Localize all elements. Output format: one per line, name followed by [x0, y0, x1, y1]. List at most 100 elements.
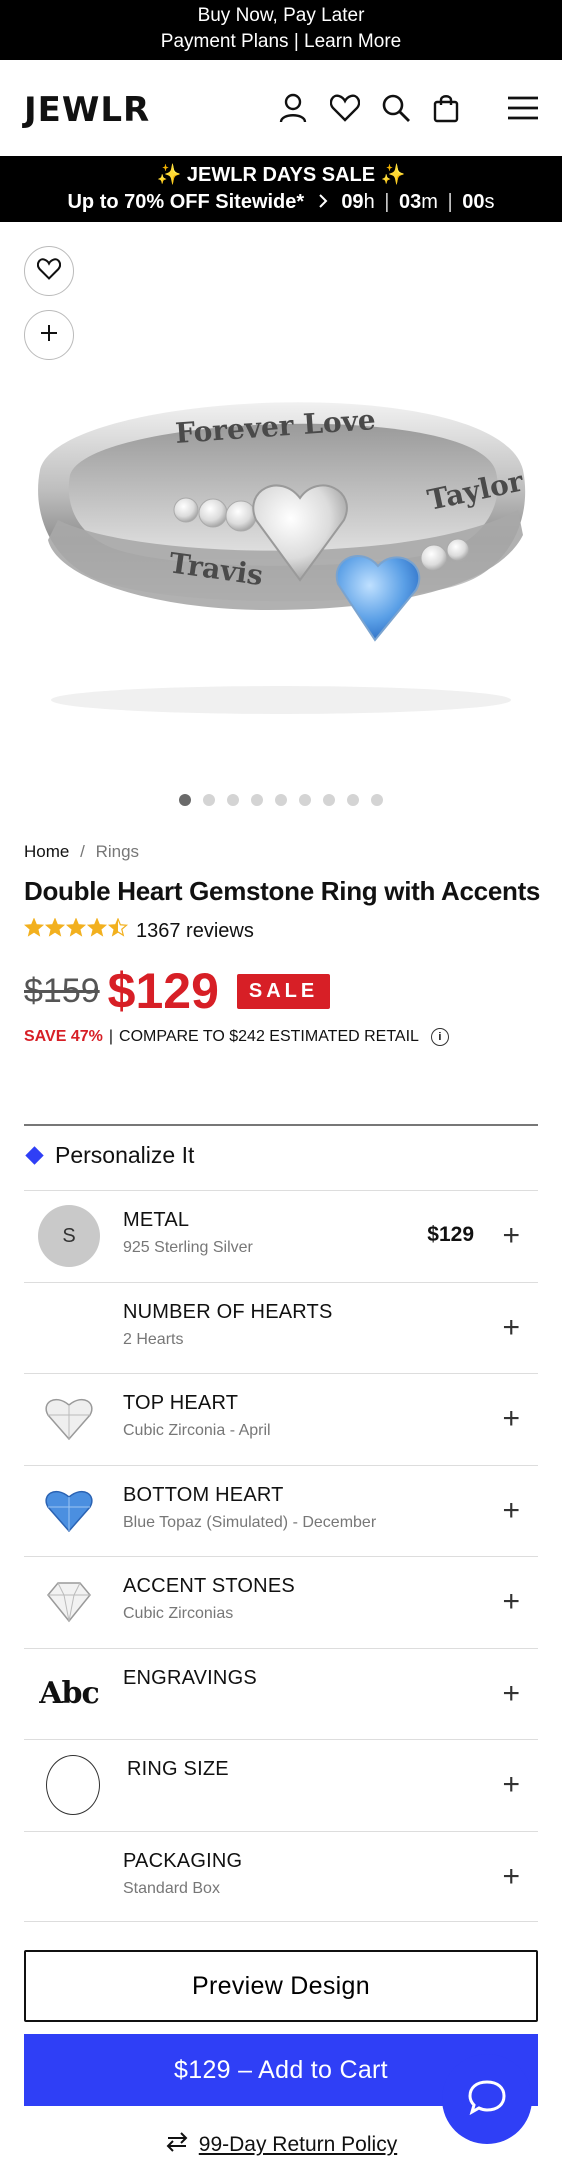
sale-headline: ✨ JEWLR DAYS SALE ✨: [156, 164, 406, 186]
preview-design-button[interactable]: Preview Design: [24, 1950, 538, 2022]
expand-plus-icon[interactable]: +: [502, 1587, 520, 1617]
option-thumbnail: Abc: [38, 1663, 100, 1725]
carousel-dot[interactable]: [323, 794, 335, 806]
carousel-dot[interactable]: [203, 794, 215, 806]
payment-plans-banner[interactable]: Buy Now, Pay Later Payment Plans | Learn…: [0, 0, 562, 60]
menu-icon[interactable]: [505, 90, 541, 126]
option-value: 2 Hearts: [123, 1330, 184, 1348]
expand-plus-icon[interactable]: +: [502, 1678, 520, 1709]
breadcrumb: Home / Rings: [24, 842, 140, 861]
countdown-minutes: 03: [399, 191, 422, 213]
site-header: JEWLR: [0, 60, 562, 156]
heart-icon[interactable]: [327, 90, 363, 126]
savings-row: SAVE 47% | COMPARE TO $242 ESTIMATED RET…: [24, 1028, 449, 1046]
chat-support-button[interactable]: [442, 2054, 532, 2144]
option-row-engravings[interactable]: Abc ENGRAVINGS +: [24, 1647, 538, 1740]
option-value: Blue Topaz (Simulated) - December: [123, 1513, 377, 1531]
blue-heart-gem-icon: [45, 1490, 93, 1532]
option-value: Cubic Zirconia - April: [123, 1422, 271, 1439]
favorite-button[interactable]: [24, 246, 74, 296]
carousel-dot[interactable]: [227, 794, 239, 806]
option-row-number-of-hearts[interactable]: NUMBER OF HEARTS 2 Hearts +: [24, 1281, 538, 1374]
option-thumbnail: [38, 1846, 100, 1908]
return-policy-link[interactable]: 99-Day Return Policy: [0, 2132, 562, 2158]
save-percent: SAVE 47%: [24, 1028, 103, 1045]
carousel-dot[interactable]: [251, 794, 263, 806]
personalize-options: S METAL 925 Sterling Silver $129 + NUMBER OF …: [24, 1190, 538, 1922]
exchange-arrows-icon: [165, 2132, 189, 2158]
option-thumbnail: [38, 1571, 100, 1633]
carousel-dot[interactable]: [371, 794, 383, 806]
chat-icon: [467, 2079, 507, 2120]
option-row-packaging[interactable]: PACKAGING Standard Box +: [24, 1830, 538, 1922]
sale-countdown-banner[interactable]: ✨ JEWLR DAYS SALE ✨ Up to 70% OFF Sitewi…: [0, 156, 562, 222]
original-price: $159: [24, 971, 100, 1010]
product-image[interactable]: Forever Love Travis Taylor: [18, 360, 544, 740]
sale-discount-text: Up to 70% OFF Sitewide*: [67, 191, 305, 213]
option-thumbnail: [38, 1297, 100, 1359]
breadcrumb-rings[interactable]: Rings: [96, 842, 139, 861]
carousel-dot[interactable]: [347, 794, 359, 806]
star-fill: [46, 919, 64, 936]
ring-size-circle-icon: [46, 1755, 100, 1815]
price-row: $159 $129 SALE: [24, 962, 331, 1020]
bag-icon[interactable]: [428, 90, 464, 126]
option-thumbnail: [38, 1388, 100, 1450]
option-thumbnail: [38, 1480, 100, 1542]
option-name: ENGRAVINGS: [123, 1666, 257, 1689]
countdown-seconds: 00: [462, 191, 485, 213]
option-price: $129: [427, 1223, 474, 1246]
carousel-dot[interactable]: [275, 794, 287, 806]
diamond-icon: [25, 1146, 44, 1165]
jewlr-logo[interactable]: JEWLR: [24, 90, 150, 130]
review-count[interactable]: 1367 reviews: [136, 920, 254, 943]
option-row-top-heart[interactable]: TOP HEART Cubic Zirconia - April +: [24, 1373, 538, 1465]
info-icon[interactable]: i: [430, 1028, 449, 1046]
search-icon[interactable]: [378, 90, 414, 126]
sale-badge: SALE: [236, 973, 331, 1009]
expand-plus-icon[interactable]: +: [502, 1495, 520, 1526]
product-rating[interactable]: 1367 reviews: [23, 917, 254, 944]
promo-line-2[interactable]: Payment Plans | Learn More: [0, 29, 562, 55]
carousel-dot[interactable]: [179, 794, 191, 806]
option-value: Standard Box: [123, 1879, 220, 1897]
carousel-dot[interactable]: [299, 794, 311, 806]
expand-plus-icon[interactable]: +: [502, 1312, 520, 1343]
option-row-bottom-heart[interactable]: BOTTOM HEART Blue Topaz (Simulated) - Dec…: [24, 1464, 538, 1557]
metal-swatch: S: [38, 1205, 100, 1267]
option-row-metal[interactable]: S METAL 925 Sterling Silver $129 +: [24, 1190, 538, 1282]
option-name: ACCENT STONES: [123, 1575, 295, 1597]
star-fill: [67, 919, 85, 936]
add-button[interactable]: [24, 310, 74, 360]
product-title: Double Heart Gemstone Ring with Accents: [24, 876, 541, 906]
option-name: RING SIZE: [127, 1758, 229, 1780]
favorite-heart-icon: [36, 257, 62, 285]
sale-price: $129: [107, 963, 219, 1019]
option-name: NUMBER OF HEARTS: [123, 1300, 333, 1323]
sale-subline: Up to 70% OFF Sitewide* 09h | 03m | 00s: [0, 188, 562, 216]
expand-plus-icon[interactable]: +: [502, 1861, 520, 1892]
compare-retail: COMPARE TO $242 ESTIMATED RETAIL: [119, 1028, 419, 1045]
option-name: BOTTOM HEART: [123, 1483, 284, 1506]
expand-plus-icon[interactable]: +: [502, 1221, 520, 1251]
return-policy-label[interactable]: 99-Day Return Policy: [199, 2133, 397, 2157]
countdown-hours: 09: [341, 191, 364, 213]
option-thumbnail: S: [38, 1205, 100, 1267]
star-fill: [25, 919, 43, 936]
section-divider: [24, 1124, 538, 1126]
option-name: METAL: [123, 1209, 190, 1231]
option-thumbnail: [38, 1754, 100, 1816]
option-row-ring-size[interactable]: RING SIZE +: [24, 1739, 538, 1831]
rating-stars-icon: [23, 917, 130, 944]
expand-plus-icon[interactable]: +: [502, 1770, 520, 1800]
account-icon[interactable]: [275, 90, 311, 126]
option-value: Cubic Zirconias: [123, 1605, 234, 1622]
option-row-accent-stones[interactable]: ACCENT STONES Cubic Zirconias +: [24, 1556, 538, 1648]
breadcrumb-home[interactable]: Home: [24, 842, 69, 861]
round-diamond-icon: [47, 1582, 91, 1623]
clear-heart-gem-icon: [45, 1398, 93, 1441]
chevron-right-icon: [318, 188, 328, 216]
option-name: TOP HEART: [123, 1392, 239, 1414]
add-plus-icon: [39, 323, 59, 348]
expand-plus-icon[interactable]: +: [502, 1404, 520, 1434]
